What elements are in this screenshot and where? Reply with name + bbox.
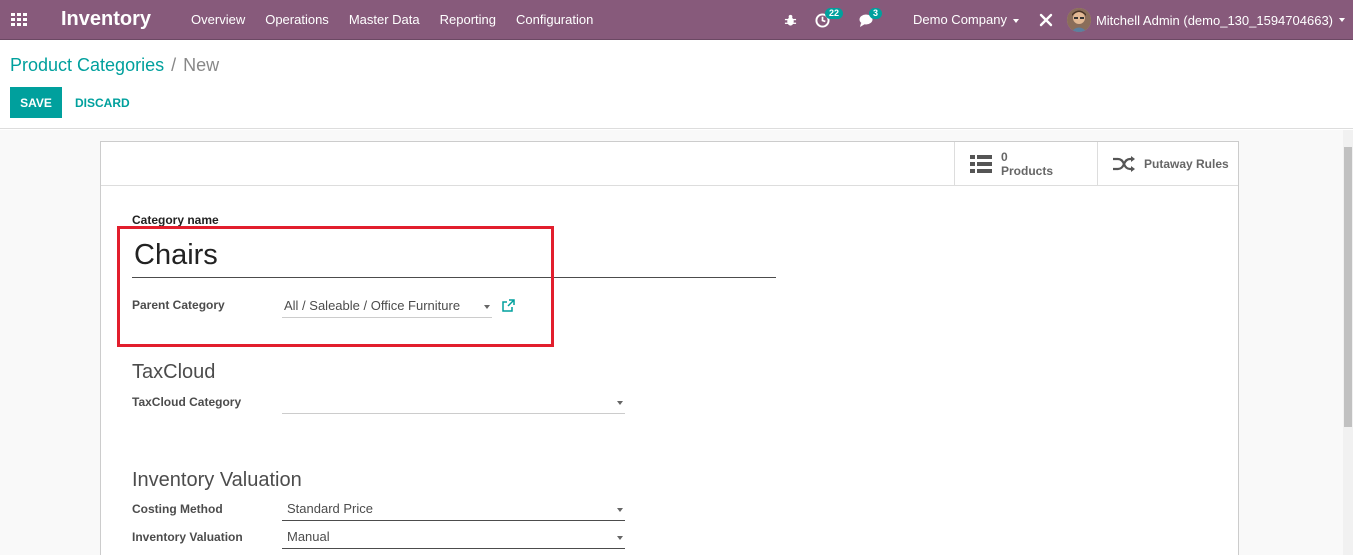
form-view: 0 Products Putaway Rules Category name P… [0,130,1353,555]
app-title[interactable]: Inventory [61,8,151,31]
chevron-down-icon [1339,18,1345,22]
main-menu: Overview Operations Master Data Reportin… [181,0,603,40]
category-name-input[interactable] [132,234,776,278]
parent-category-select[interactable]: All / Saleable / Office Furniture [282,296,492,318]
breadcrumb: Product Categories / New [10,55,219,76]
company-switcher[interactable]: Demo Company [893,0,1033,40]
message-count-badge: 3 [869,8,883,19]
form-sheet: 0 Products Putaway Rules Category name P… [100,141,1239,555]
taxcloud-section-title: TaxCloud [132,361,216,383]
menu-item-reporting[interactable]: Reporting [430,0,506,40]
menu-item-master-data[interactable]: Master Data [339,0,430,40]
save-button[interactable]: SAVE [10,87,62,118]
smart-button-box: 0 Products Putaway Rules [101,142,1238,186]
products-count: 0 [1001,149,1008,164]
control-panel: Product Categories / New SAVE DISCARD [0,41,1353,129]
products-smart-button[interactable]: 0 Products [954,142,1097,185]
user-menu[interactable]: Mitchell Admin (demo_130_1594704663) [1066,0,1353,40]
vertical-scrollbar[interactable] [1343,130,1353,555]
menu-item-operations[interactable]: Operations [255,0,339,40]
messages-icon[interactable]: 3 [850,0,893,40]
inventory-valuation-section-title: Inventory Valuation [132,469,302,491]
chevron-down-icon [484,305,490,309]
putaway-label: Putaway Rules [1144,156,1229,171]
chevron-down-icon [617,536,623,540]
scrollbar-thumb[interactable] [1344,147,1352,427]
discard-button[interactable]: DISCARD [66,87,139,118]
taxcloud-category-select[interactable] [282,392,625,414]
taxcloud-category-label: TaxCloud Category [132,395,242,409]
bug-icon[interactable] [775,0,806,40]
products-label: Products [1001,163,1054,178]
menu-item-configuration[interactable]: Configuration [506,0,603,40]
inventory-valuation-select[interactable]: Manual [282,527,625,549]
external-link-icon[interactable] [502,299,515,315]
parent-category-value: All / Saleable / Office Furniture [284,298,461,313]
user-name: Mitchell Admin (demo_130_1594704663) [1095,12,1333,28]
top-navbar: Inventory Overview Operations Master Dat… [0,0,1353,40]
chevron-down-icon [617,508,623,512]
avatar [1066,8,1091,32]
costing-method-value: Standard Price [287,501,373,516]
breadcrumb-current: New [183,55,220,75]
debug-tools-icon[interactable] [1033,0,1067,40]
shuffle-icon [1113,155,1135,172]
chevron-down-icon [1012,18,1019,23]
menu-item-overview[interactable]: Overview [181,0,255,40]
putaway-rules-smart-button[interactable]: Putaway Rules [1097,142,1238,185]
parent-category-label: Parent Category [132,298,225,312]
navbar-systray: 22 3 Demo Company Mitchell Admin (demo_1… [775,0,1353,40]
inventory-valuation-value: Manual [287,529,330,544]
chevron-down-icon [617,401,623,405]
company-name: Demo Company [913,12,1007,27]
breadcrumb-parent-link[interactable]: Product Categories [10,55,164,75]
category-name-label: Category name [132,213,219,227]
apps-grid-icon[interactable] [0,0,38,40]
list-icon [970,154,992,173]
activity-count-badge: 22 [825,8,844,19]
breadcrumb-separator: / [171,55,177,75]
costing-method-select[interactable]: Standard Price [282,499,625,521]
costing-method-label: Costing Method [132,502,223,516]
activity-clock-icon[interactable]: 22 [806,0,850,40]
inventory-valuation-label: Inventory Valuation [132,530,243,544]
